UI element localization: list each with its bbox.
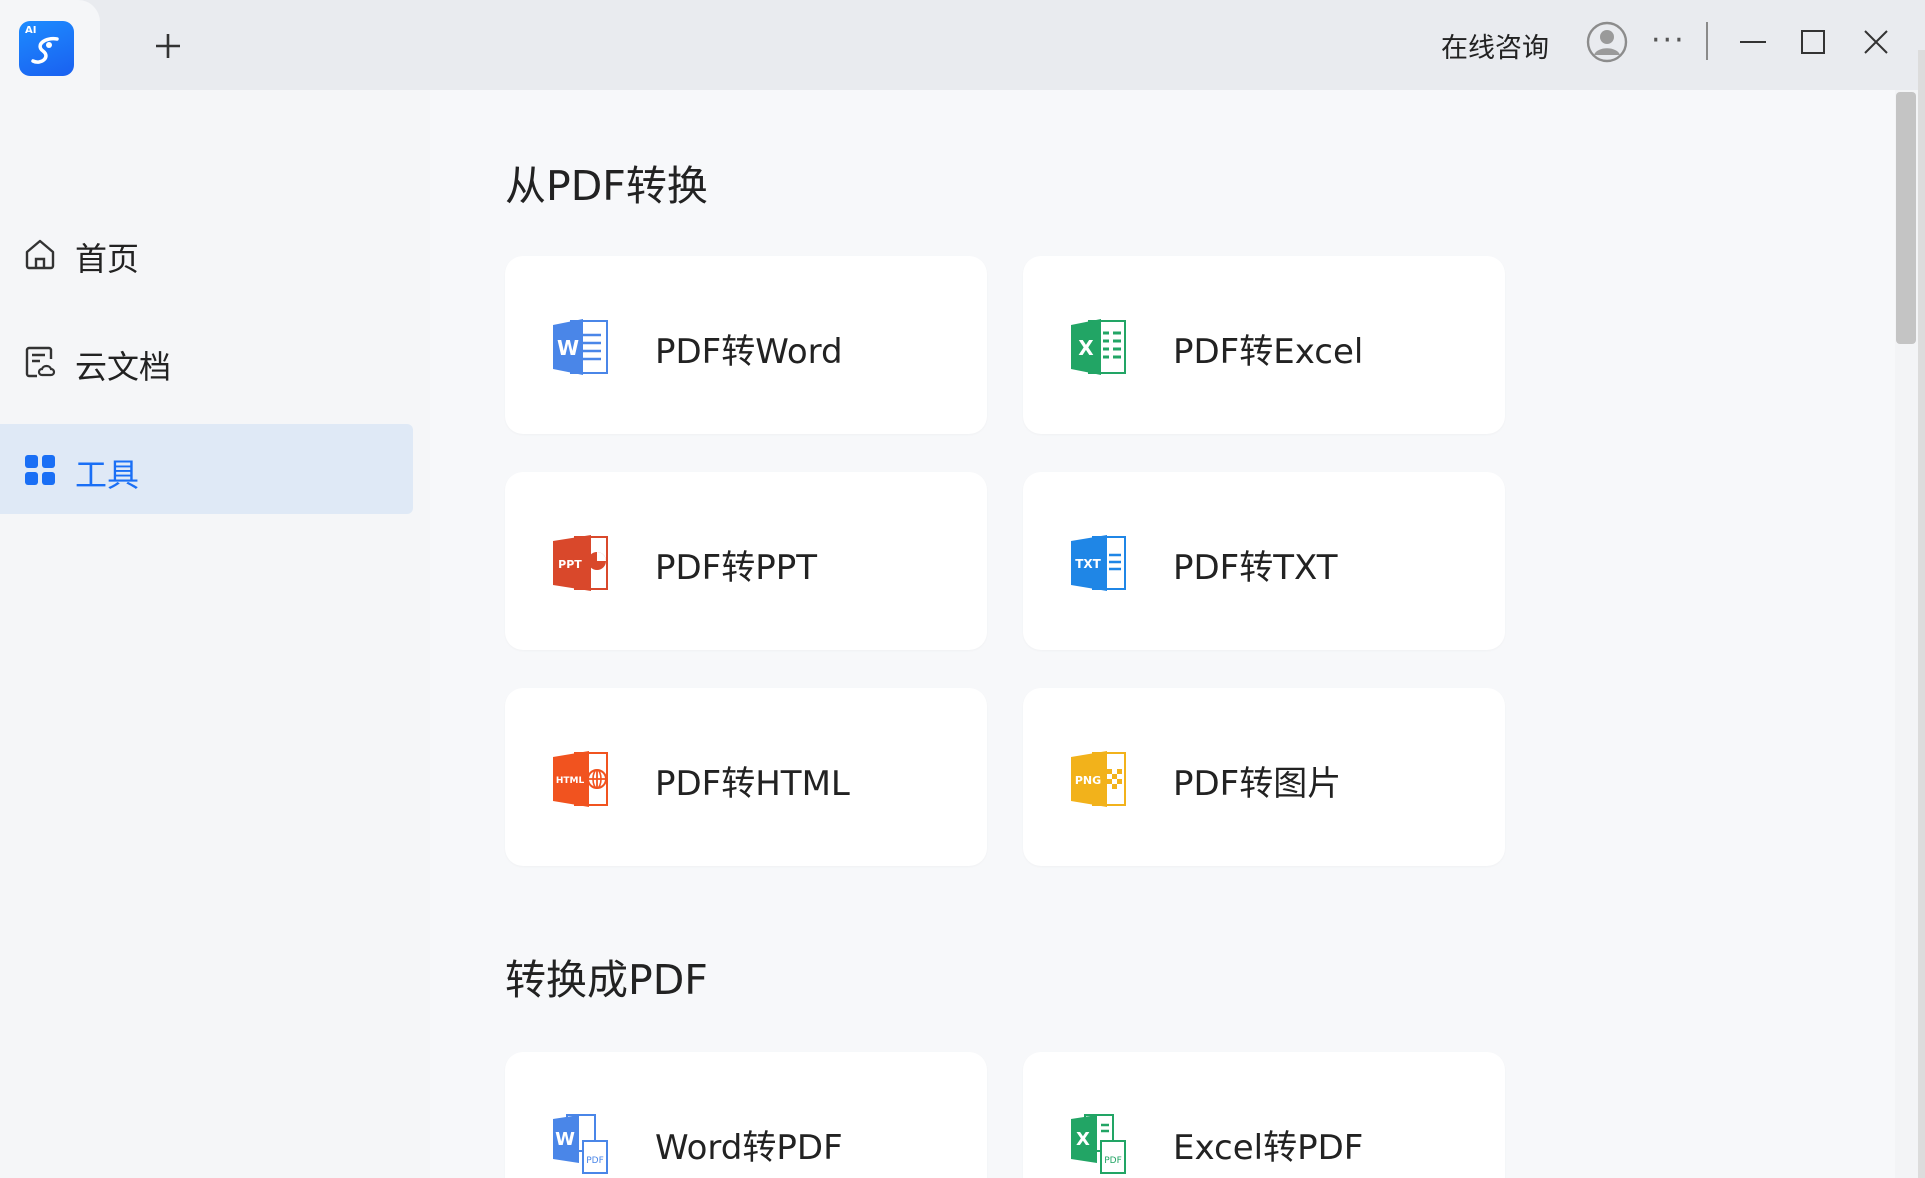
svg-text:PPT: PPT <box>558 558 582 571</box>
sidebar: 首页 云文档 工具 <box>0 90 430 1178</box>
section-title-from-pdf: 从PDF转换 <box>505 162 708 210</box>
section-title-to-pdf: 转换成PDF <box>505 956 708 1004</box>
cloud-doc-icon <box>25 346 56 378</box>
app-logo: AI <box>19 21 74 76</box>
svg-text:PDF: PDF <box>586 1156 604 1166</box>
new-tab-plus-icon[interactable] <box>152 30 184 62</box>
svg-text:HTML: HTML <box>556 776 585 786</box>
active-tab[interactable]: AI <box>0 0 100 90</box>
excel-icon: X <box>1071 319 1126 375</box>
pdf-to-word-card[interactable]: W PDF转Word <box>505 256 987 434</box>
card-label: PDF转图片 <box>1173 764 1342 804</box>
svg-text:X: X <box>1078 336 1094 360</box>
tools-panel: 从PDF转换 W PDF转Word X PDF转Excel PPT PDF转PP… <box>430 90 1895 1178</box>
svg-text:X: X <box>1076 1129 1090 1150</box>
card-label: Excel转PDF <box>1173 1128 1364 1168</box>
pdf-to-ppt-card[interactable]: PPT PDF转PPT <box>505 472 987 650</box>
ppt-icon: PPT <box>553 535 608 591</box>
svg-text:PDF: PDF <box>1104 1156 1122 1166</box>
user-avatar-icon[interactable] <box>1585 20 1629 64</box>
svg-text:TXT: TXT <box>1075 557 1101 571</box>
pdf-to-image-card[interactable]: PNG PDF转图片 <box>1023 688 1505 866</box>
title-divider <box>1706 22 1708 60</box>
pdf-to-html-card[interactable]: HTML PDF转HTML <box>505 688 987 866</box>
close-icon[interactable] <box>1860 26 1892 58</box>
sidebar-item-label: 云文档 <box>75 348 172 386</box>
more-options-button[interactable]: ··· <box>1651 23 1686 58</box>
word-icon: W <box>553 319 608 375</box>
svg-text:W: W <box>555 1129 575 1150</box>
scrollbar-thumb[interactable] <box>1896 92 1916 344</box>
card-label: PDF转Excel <box>1173 332 1364 372</box>
sidebar-item-label: 工具 <box>75 456 140 494</box>
svg-text:W: W <box>557 336 579 360</box>
html-icon: HTML <box>553 751 608 807</box>
excel-to-pdf-icon: X PDF <box>1071 1114 1126 1174</box>
card-label: PDF转PPT <box>655 548 818 588</box>
txt-icon: TXT <box>1071 535 1126 591</box>
excel-to-pdf-card[interactable]: X PDF Excel转PDF <box>1023 1052 1505 1178</box>
card-label: PDF转HTML <box>655 764 850 804</box>
pdf-to-txt-card[interactable]: TXT PDF转TXT <box>1023 472 1505 650</box>
app-logo-swoosh-icon <box>31 36 59 64</box>
svg-text:PNG: PNG <box>1075 774 1101 787</box>
home-icon <box>25 239 55 270</box>
card-label: PDF转TXT <box>1173 548 1338 588</box>
maximize-icon[interactable] <box>1797 26 1829 58</box>
card-label: Word转PDF <box>655 1128 843 1168</box>
minimize-icon[interactable] <box>1737 26 1769 58</box>
sidebar-item-cloud-docs[interactable]: 云文档 <box>0 316 413 406</box>
sidebar-item-label: 首页 <box>75 240 140 278</box>
window-right-edge <box>1918 50 1925 1178</box>
word-to-pdf-icon: W PDF <box>553 1114 608 1174</box>
title-bar: AI 在线咨询 ··· <box>0 0 1925 90</box>
sidebar-item-home[interactable]: 首页 <box>0 208 413 298</box>
sidebar-item-tools[interactable]: 工具 <box>0 424 413 514</box>
word-to-pdf-card[interactable]: W PDF Word转PDF <box>505 1052 987 1178</box>
online-consult-link[interactable]: 在线咨询 <box>1441 26 1549 65</box>
image-icon: PNG <box>1071 751 1126 807</box>
grid-apps-icon <box>25 455 55 485</box>
pdf-to-excel-card[interactable]: X PDF转Excel <box>1023 256 1505 434</box>
card-label: PDF转Word <box>655 332 843 372</box>
